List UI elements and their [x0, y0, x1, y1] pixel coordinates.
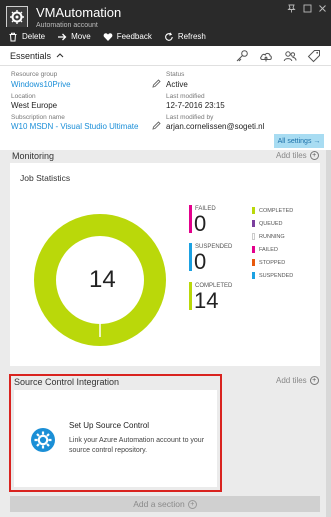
add-tiles-label: Add tiles	[276, 376, 307, 385]
failed-bar	[189, 205, 192, 233]
refresh-icon	[164, 31, 173, 41]
move-button[interactable]: Move	[57, 32, 91, 42]
add-tiles-label: Add tiles	[276, 151, 307, 160]
highlight-box	[9, 374, 222, 492]
last-modified-value: 12-7-2016 23:15	[166, 101, 225, 110]
essentials-label: Essentials	[10, 50, 52, 61]
status-value: Active	[166, 80, 188, 89]
pin-icon[interactable]	[285, 4, 297, 16]
resource-group-link[interactable]: Windows10Prive	[11, 80, 71, 89]
add-section-button[interactable]: Add a section +	[10, 496, 320, 512]
trash-icon	[9, 32, 17, 41]
subscription-link[interactable]: W10 MSDN - Visual Studio Ultimate	[11, 122, 138, 131]
legend-swatch	[252, 246, 255, 253]
suspended-bar	[189, 243, 192, 271]
legend-running: RUNNING	[259, 234, 285, 240]
edit-icon[interactable]	[152, 79, 161, 88]
close-icon[interactable]	[316, 4, 328, 16]
maximize-icon[interactable]	[301, 4, 313, 16]
job-total-count: 14	[89, 266, 116, 293]
cloud-upload-icon[interactable]	[259, 49, 273, 63]
edit-icon[interactable]	[152, 121, 161, 130]
arrow-right-icon	[58, 33, 67, 40]
plus-circle-icon: +	[309, 151, 319, 160]
delete-label: Delete	[22, 32, 46, 41]
source-control-add-tiles[interactable]: Add tiles +	[276, 376, 319, 385]
legend-queued: QUEUED	[259, 221, 283, 227]
tag-icon[interactable]	[307, 49, 321, 63]
legend-swatch	[252, 233, 255, 240]
heart-icon	[103, 32, 113, 41]
plus-circle-icon: +	[309, 376, 319, 385]
chevron-up-icon	[56, 51, 64, 60]
job-statistics-tile[interactable]: Job Statistics 14 FAILED 0 SUSPENDED 0 C…	[10, 163, 320, 366]
resource-group-label: Resource group	[11, 71, 58, 78]
status-label: Status	[166, 71, 185, 78]
legend-completed: COMPLETED	[259, 208, 294, 214]
failed-count: 0	[194, 211, 207, 236]
monitoring-add-tiles[interactable]: Add tiles +	[276, 151, 319, 160]
legend-suspended: SUSPENDED	[259, 273, 294, 279]
legend-stopped: STOPPED	[259, 260, 286, 266]
vertical-scrollbar[interactable]	[326, 150, 331, 517]
key-icon[interactable]	[235, 49, 249, 63]
last-modified-by-label: Last modified by	[166, 114, 214, 121]
essentials-toggle[interactable]: Essentials	[0, 46, 331, 66]
completed-count: 14	[194, 288, 219, 313]
blade-title: VMAutomation	[36, 5, 122, 20]
legend-swatch	[252, 272, 255, 279]
add-section-label: Add a section	[133, 499, 185, 509]
location-label: Location	[11, 93, 36, 100]
job-statistics-title: Job Statistics	[20, 173, 71, 183]
legend-failed: FAILED	[259, 247, 278, 253]
subscription-label: Subscription name	[11, 114, 65, 121]
completed-bar	[189, 282, 192, 310]
suspended-count: 0	[194, 249, 207, 274]
feedback-button[interactable]: Feedback	[103, 32, 152, 42]
last-modified-label: Last modified	[166, 93, 205, 100]
feedback-label: Feedback	[116, 32, 152, 41]
all-settings-link[interactable]: All settings →	[274, 134, 324, 148]
location-value: West Europe	[11, 101, 58, 110]
automation-icon	[6, 6, 28, 28]
users-icon[interactable]	[283, 49, 297, 63]
essentials-panel: Resource group Windows10Prive Location W…	[0, 66, 331, 150]
legend-swatch	[252, 259, 255, 266]
plus-circle-icon: +	[187, 499, 197, 509]
refresh-label: Refresh	[177, 32, 206, 41]
monitoring-section-title: Monitoring	[12, 151, 55, 161]
command-bar: Delete Move Feedback Refresh	[0, 27, 331, 46]
legend-swatch	[252, 207, 255, 214]
refresh-button[interactable]: Refresh	[164, 31, 206, 42]
last-modified-by-value: arjan.cornelissen@sogeti.nl	[166, 122, 265, 131]
delete-button[interactable]: Delete	[8, 32, 45, 42]
move-label: Move	[71, 32, 91, 41]
legend-swatch	[252, 220, 255, 227]
